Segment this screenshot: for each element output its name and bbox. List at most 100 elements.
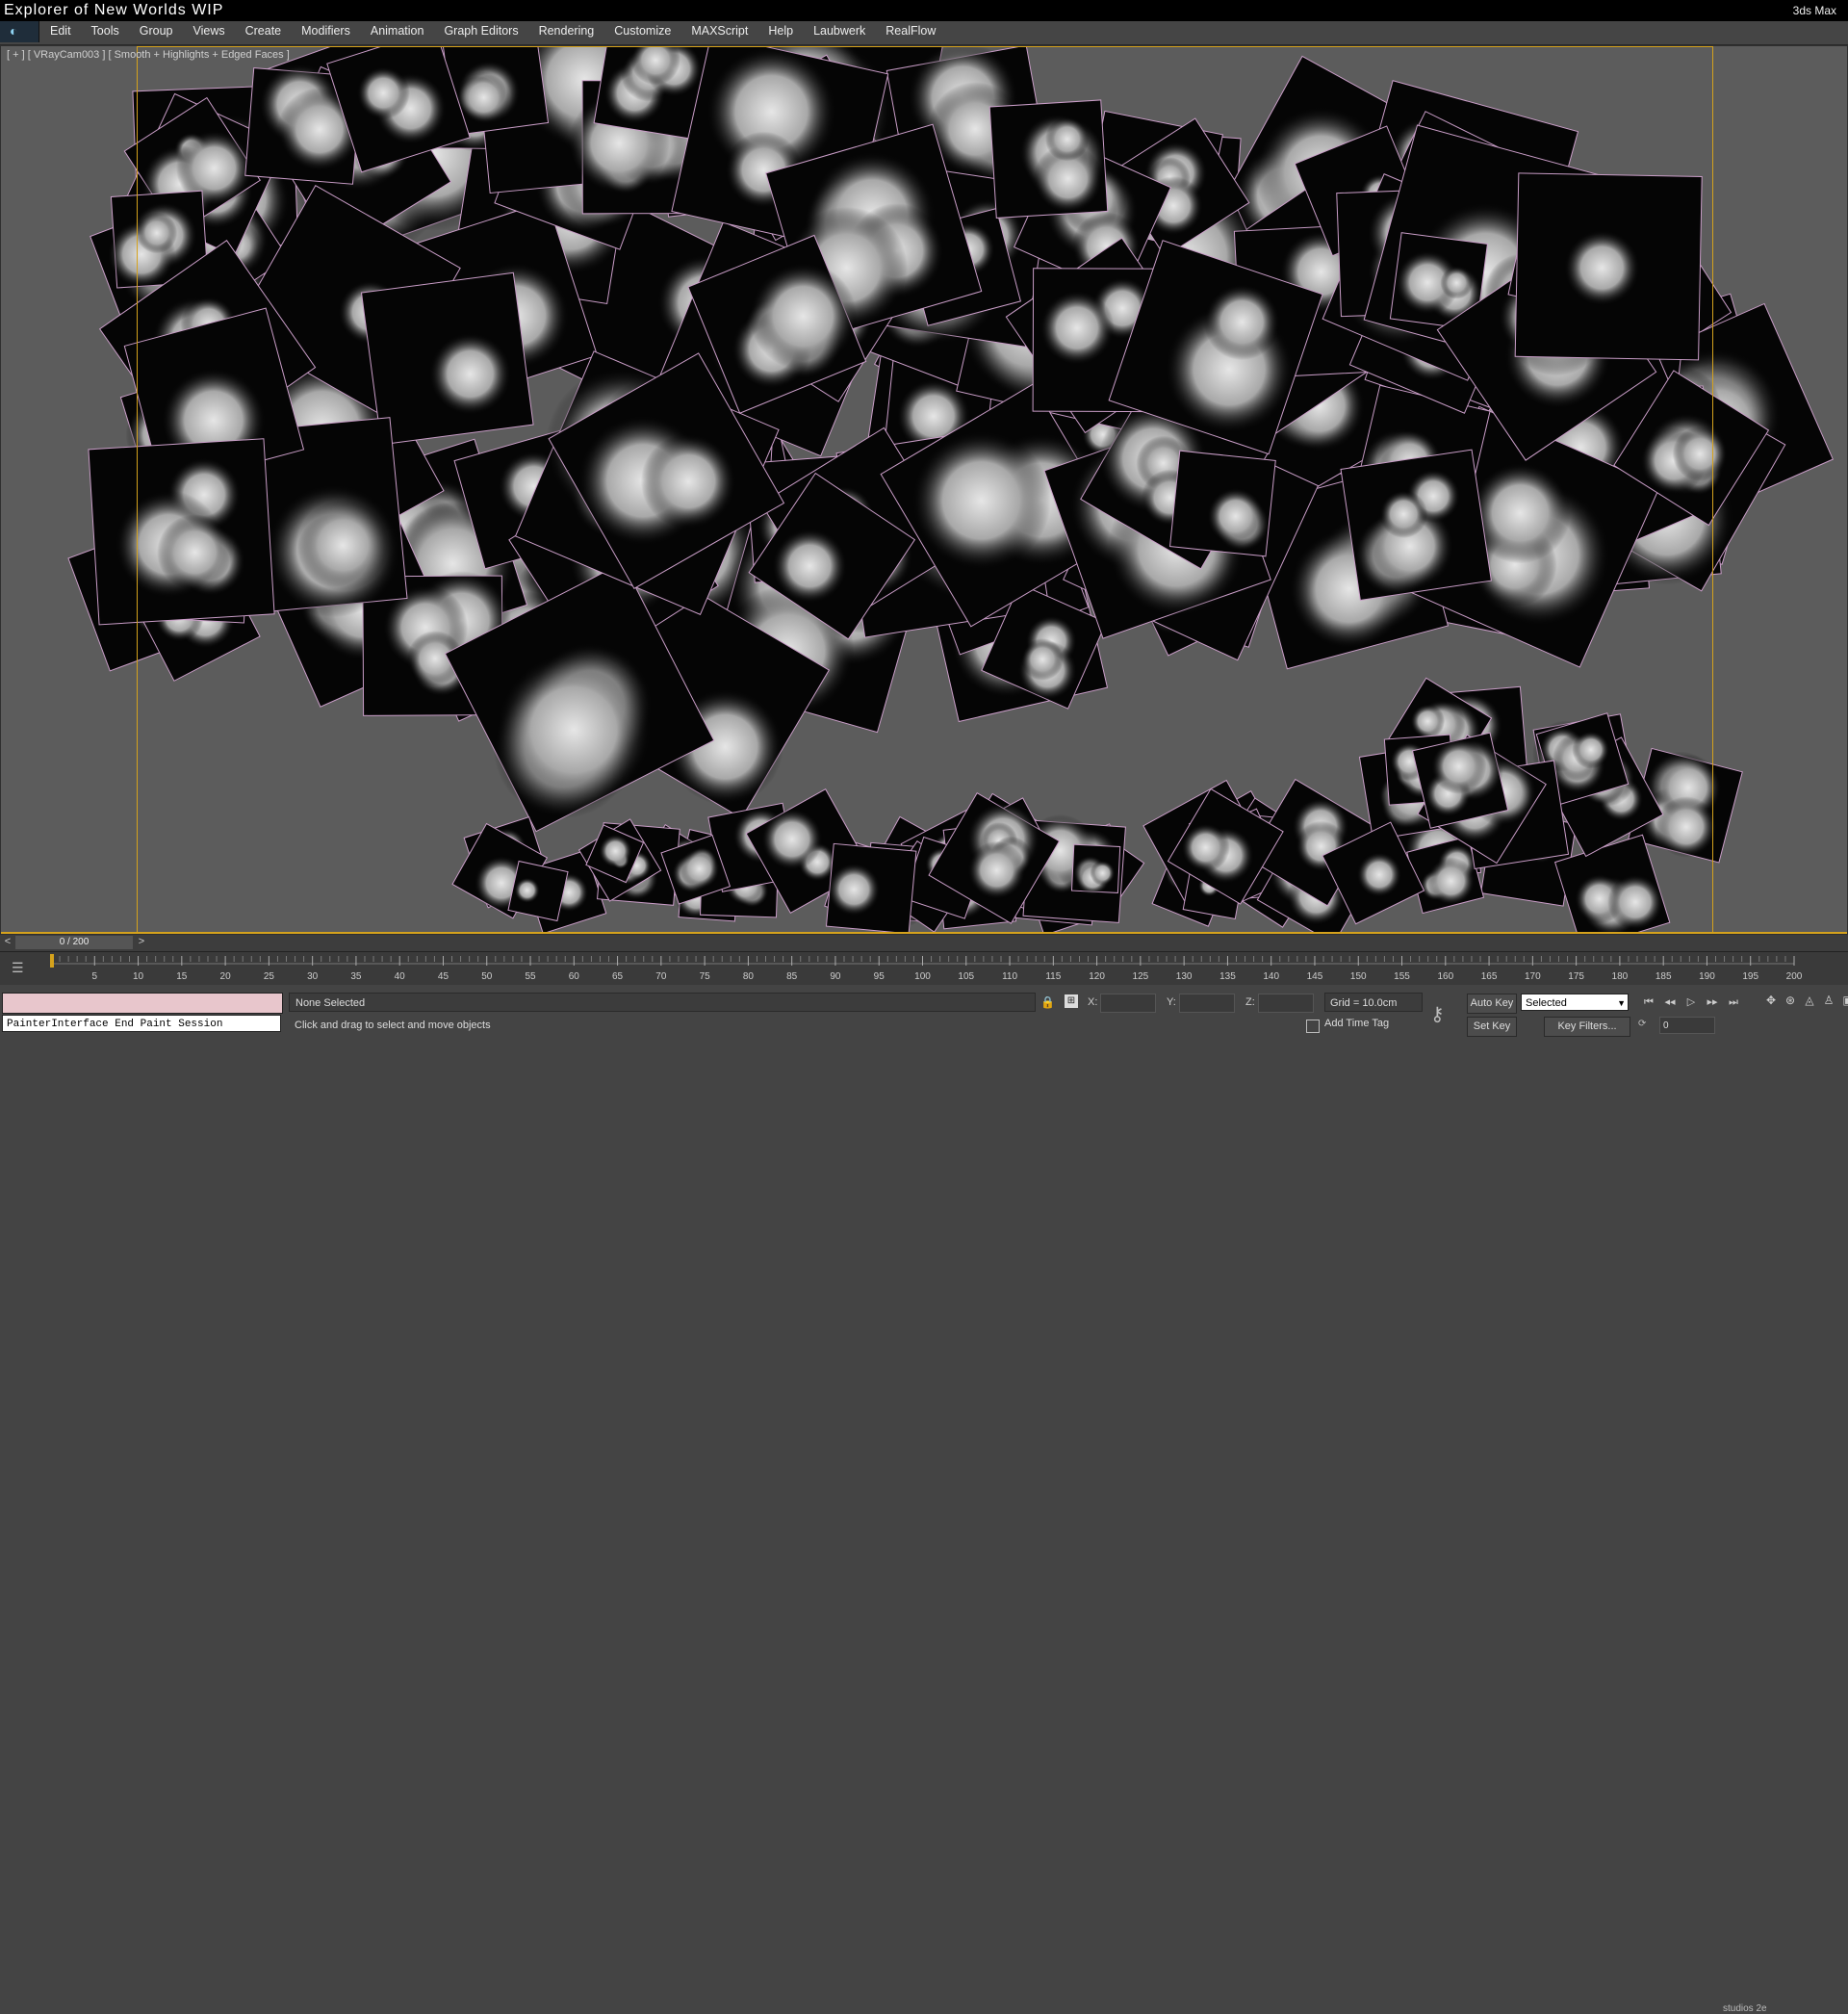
menu-create[interactable]: Create — [245, 24, 282, 38]
fov-icon[interactable]: ◬ — [1800, 994, 1819, 1011]
menu-realflow[interactable]: RealFlow — [886, 24, 936, 38]
menu-edit[interactable]: Edit — [50, 24, 71, 38]
chevron-down-icon: ▼ — [1617, 998, 1626, 1008]
key-icon[interactable]: ⚷ — [1430, 1002, 1445, 1026]
maxscript-listener-input[interactable] — [2, 993, 283, 1014]
timeline-tick-label: 145 — [1307, 971, 1323, 982]
timeline-tick-label: 125 — [1133, 971, 1149, 982]
menu-bar: ◐ Edit Tools Group Views Create Modifiers Anim… — [0, 21, 1848, 45]
add-time-tag[interactable]: Add Time Tag — [1324, 1018, 1389, 1029]
app-name: 3ds Max — [1792, 4, 1836, 17]
maximize-viewport-icon[interactable]: ▣ — [1838, 994, 1848, 1011]
prompt-line: Click and drag to select and move object… — [295, 1020, 491, 1031]
auto-key-button[interactable]: Auto Key — [1467, 994, 1517, 1014]
timeline-tick-label: 115 — [1045, 971, 1061, 982]
next-frame-icon[interactable]: ▸▸ — [1702, 994, 1723, 1010]
y-field[interactable] — [1179, 994, 1235, 1013]
menu-laubwerk[interactable]: Laubwerk — [813, 24, 865, 38]
timeline-tick-label: 65 — [612, 971, 624, 982]
menu-group[interactable]: Group — [140, 24, 173, 38]
timeline-tick-label: 45 — [438, 971, 449, 982]
previous-frame-icon[interactable]: ◂◂ — [1659, 994, 1681, 1010]
go-to-start-icon[interactable]: ⏮ — [1638, 994, 1659, 1010]
time-slider-prev-button[interactable]: < — [2, 936, 13, 949]
timeline-ruler[interactable]: 5 10 15 20 25 30 35 40 45 50 55 60 65 70 75 80 85 90 95 100… — [50, 952, 1802, 986]
set-key-button[interactable]: Set Key — [1467, 1017, 1517, 1037]
timeline-tick-label: 140 — [1263, 971, 1279, 982]
menu-tools[interactable]: Tools — [91, 24, 119, 38]
timeline-tick-label: 10 — [133, 971, 144, 982]
key-filters-button[interactable]: Key Filters... — [1544, 1017, 1630, 1037]
time-slider-next-button[interactable]: > — [136, 936, 147, 949]
viewport-label[interactable]: [ + ] [ VRayCam003 ] [ Smooth + Highligh… — [7, 49, 290, 61]
safe-frame — [137, 46, 1713, 933]
timeline-tick-label: 95 — [874, 971, 886, 982]
timeline-tick-label: 55 — [525, 971, 536, 982]
maxscript-output[interactable]: PainterInterface End Paint Session — [2, 1015, 281, 1032]
menu-customize[interactable]: Customize — [614, 24, 671, 38]
app-logo-button[interactable]: ◐ — [0, 21, 39, 42]
time-slider[interactable]: < 0 / 200 > — [0, 935, 1848, 951]
viewport[interactable]: [ + ] [ VRayCam003 ] [ Smooth + Highligh… — [0, 45, 1848, 935]
timeline-tick-label: 15 — [176, 971, 188, 982]
window-title: Explorer of New Worlds WIP — [4, 2, 224, 18]
menu-graph-editors[interactable]: Graph Editors — [444, 24, 518, 38]
grid-size: Grid = 10.0cm — [1324, 993, 1423, 1012]
timeline-tick-label: 120 — [1089, 971, 1105, 982]
selection-status: None Selected — [289, 993, 1036, 1012]
timeline-tick-label: 160 — [1437, 971, 1453, 982]
key-mode-value: Selected — [1526, 997, 1567, 1009]
timeline-tick-label: 135 — [1219, 971, 1236, 982]
timeline-tick-label: 155 — [1394, 971, 1410, 982]
title-bar: Explorer of New Worlds WIP 3ds Max — [0, 0, 1848, 21]
timeline-tick-label: 110 — [1002, 971, 1017, 982]
menu-maxscript[interactable]: MAXScript — [691, 24, 748, 38]
play-icon[interactable]: ▷ — [1681, 994, 1702, 1010]
timeline-tick-label: 185 — [1656, 971, 1672, 982]
timeline-tick-label: 5 — [91, 971, 97, 982]
time-config-icon[interactable]: ⟳ — [1638, 1019, 1646, 1029]
timeline-tick-label: 190 — [1699, 971, 1715, 982]
timeline-tick-label: 50 — [481, 971, 493, 982]
x-label: X: — [1088, 996, 1098, 1008]
timeline-tick-label: 90 — [830, 971, 841, 982]
timeline-tick-label: 165 — [1481, 971, 1498, 982]
current-frame-field[interactable]: 0 — [1659, 1017, 1715, 1034]
menu-help[interactable]: Help — [768, 24, 793, 38]
timeline-tick-label: 80 — [743, 971, 755, 982]
absolute-mode-icon[interactable]: ⊞ — [1065, 994, 1078, 1008]
timeline-tick-label: 200 — [1786, 971, 1802, 982]
timeline-tick-label: 60 — [569, 971, 580, 982]
go-to-end-icon[interactable]: ⏭ — [1723, 994, 1744, 1010]
pan-icon[interactable]: ✥ — [1761, 994, 1781, 1011]
menu-views[interactable]: Views — [192, 24, 224, 38]
timeline-tick-label: 30 — [307, 971, 319, 982]
z-field[interactable] — [1258, 994, 1314, 1013]
timeline-tick-label: 195 — [1742, 971, 1758, 982]
walkthrough-icon[interactable]: ♙ — [1819, 994, 1838, 1011]
time-tag-checkbox[interactable] — [1306, 1020, 1320, 1033]
curve-editor-icon[interactable]: ☰ — [12, 960, 31, 977]
current-frame-marker[interactable] — [50, 954, 54, 968]
time-slider-thumb[interactable]: 0 / 200 — [15, 936, 133, 949]
timeline-tick-label: 75 — [700, 971, 711, 982]
timeline-tick-label: 100 — [914, 971, 931, 982]
timeline-tick-label: 25 — [264, 971, 275, 982]
menu-animation[interactable]: Animation — [371, 24, 424, 38]
x-field[interactable] — [1100, 994, 1156, 1013]
viewport-border — [1, 932, 1847, 934]
lock-icon[interactable]: 🔒 — [1040, 995, 1055, 1009]
menu-modifiers[interactable]: Modifiers — [301, 24, 350, 38]
viewport-navigation: ✥ ⊛ ◬ ♙ ▣ — [1761, 994, 1848, 1011]
timeline-tick-label: 130 — [1176, 971, 1193, 982]
timeline-tick-label: 85 — [786, 971, 798, 982]
playback-controls: ⏮ ◂◂ ▷ ▸▸ ⏭ — [1638, 994, 1744, 1010]
timeline-tick-label: 175 — [1568, 971, 1584, 982]
key-mode-select[interactable]: Selected ▼ — [1521, 994, 1629, 1011]
orbit-icon[interactable]: ⊛ — [1781, 994, 1800, 1011]
timeline-tick-label: 40 — [395, 971, 406, 982]
timeline-tick-label: 70 — [655, 971, 667, 982]
menu-rendering[interactable]: Rendering — [539, 24, 595, 38]
track-bar[interactable]: ☰ 5 10 15 20 25 30 35 40 45 50 55 60 65 70 75 80 85 90 95 1… — [0, 951, 1848, 986]
menu-items: Edit Tools Group Views Create Modifiers Animat… — [50, 24, 956, 38]
